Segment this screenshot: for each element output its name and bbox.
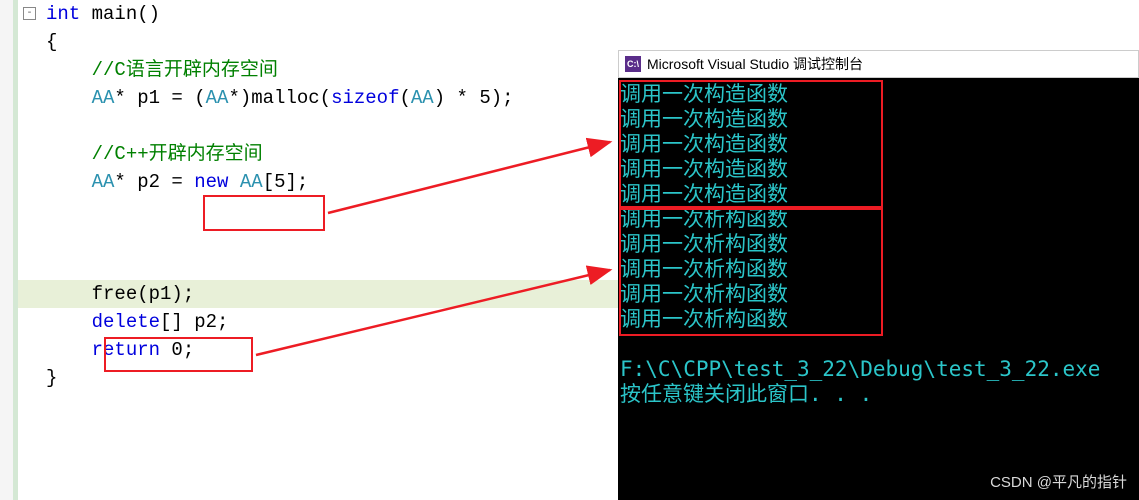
comment: //C语言开辟内存空间 (92, 59, 278, 81)
code-line-highlighted: free(p1); (18, 280, 618, 308)
keyword: sizeof (331, 87, 399, 109)
console-window: C:\ Microsoft Visual Studio 调试控制台 调用一次构造… (618, 50, 1139, 500)
console-line: 调用一次析构函数 (620, 232, 1137, 257)
editor-gutter (0, 0, 18, 500)
code-text: ) * 5); (434, 87, 514, 109)
console-icon: C:\ (625, 56, 641, 72)
code-text (228, 171, 239, 193)
console-line: 调用一次析构函数 (620, 257, 1137, 282)
code-text: * p1 = ( (114, 87, 205, 109)
code-text: *)malloc( (228, 87, 331, 109)
console-line: 调用一次析构函数 (620, 207, 1137, 232)
code-text: free(p1); (92, 283, 195, 305)
code-text: [5]; (263, 171, 309, 193)
code-line: return 0; (18, 336, 618, 364)
code-text: [] p2; (160, 311, 228, 333)
code-editor[interactable]: - int main() { //C语言开辟内存空间 AA* p1 = (AA*… (0, 0, 618, 500)
console-line: 调用一次构造函数 (620, 107, 1137, 132)
console-line: 调用一次构造函数 (620, 132, 1137, 157)
code-line: AA* p2 = new AA[5]; (18, 168, 618, 196)
type: AA (206, 87, 229, 109)
type: AA (240, 171, 263, 193)
console-line (620, 332, 1137, 357)
console-titlebar[interactable]: C:\ Microsoft Visual Studio 调试控制台 (618, 50, 1139, 78)
code-line: //C语言开辟内存空间 (18, 56, 618, 84)
console-line-path: F:\C\CPP\test_3_22\Debug\test_3_22.exe (620, 357, 1137, 382)
code-line (18, 224, 618, 252)
console-line: 调用一次构造函数 (620, 182, 1137, 207)
comment: //C++开辟内存空间 (92, 143, 263, 165)
code-line: delete[] p2; (18, 308, 618, 336)
keyword: int (46, 3, 80, 25)
type: AA (92, 87, 115, 109)
fold-icon[interactable]: - (23, 7, 36, 20)
code-text: ( (400, 87, 411, 109)
code-line (18, 252, 618, 280)
console-title: Microsoft Visual Studio 调试控制台 (647, 54, 863, 74)
console-line-prompt: 按任意键关闭此窗口. . . (620, 382, 1137, 407)
code-text: { (46, 31, 57, 53)
keyword: new (194, 171, 228, 193)
keyword: return (92, 339, 160, 361)
console-line: 调用一次构造函数 (620, 82, 1137, 107)
type: AA (92, 171, 115, 193)
code-text: 0; (160, 339, 194, 361)
code-text: * p2 = (114, 171, 194, 193)
code-line (18, 196, 618, 224)
code-line (18, 112, 618, 140)
console-line: 调用一次析构函数 (620, 282, 1137, 307)
console-line: 调用一次构造函数 (620, 157, 1137, 182)
type: AA (411, 87, 434, 109)
code-line: //C++开辟内存空间 (18, 140, 618, 168)
watermark: CSDN @平凡的指针 (990, 471, 1127, 492)
console-line: 调用一次析构函数 (620, 307, 1137, 332)
code-line: } (18, 364, 618, 392)
keyword: delete (92, 311, 160, 333)
code-line: int main() (18, 0, 618, 28)
code-text: } (46, 367, 57, 389)
code-line: { (18, 28, 618, 56)
code-text: main() (80, 3, 160, 25)
code-line: AA* p1 = (AA*)malloc(sizeof(AA) * 5); (18, 84, 618, 112)
console-body[interactable]: 调用一次构造函数 调用一次构造函数 调用一次构造函数 调用一次构造函数 调用一次… (618, 78, 1139, 411)
